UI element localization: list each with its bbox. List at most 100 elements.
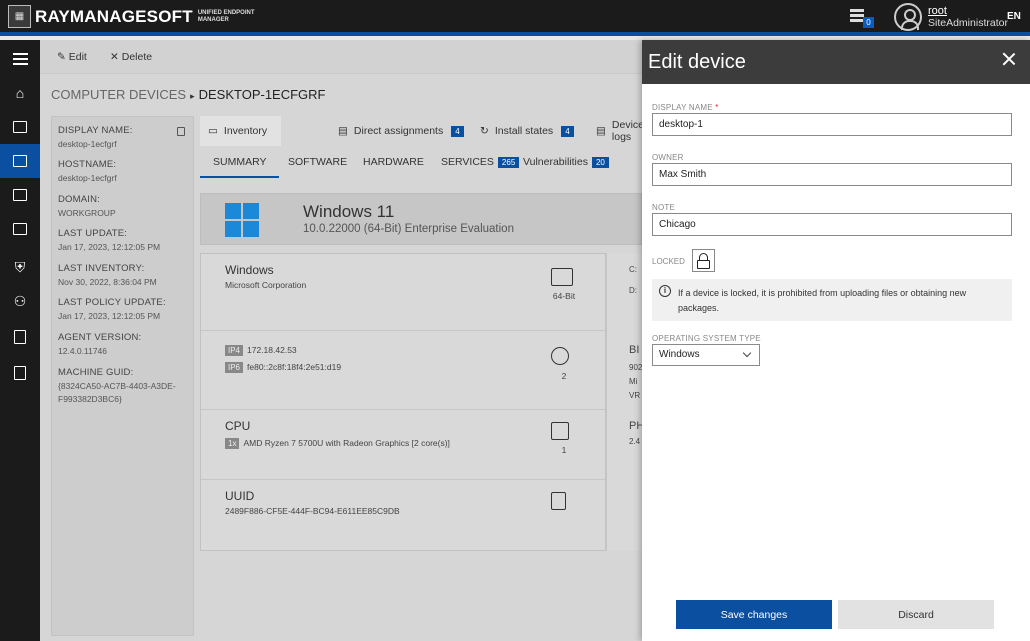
lock-info-text: If a device is locked, it is prohibited …: [678, 288, 967, 313]
tab-inventory[interactable]: ▭ Inventory: [200, 116, 282, 146]
os-name: Windows 11: [303, 202, 395, 221]
device-tabs: ▭ Inventory ▤ Direct assignments 4 ↻ Install…: [200, 116, 644, 146]
card-icon-label: 2: [561, 371, 567, 381]
logo-icon: ▦: [8, 5, 31, 28]
summary-right-column-clipped: C: D: BI 902 Mi VR PH 2.4: [606, 253, 644, 551]
locked-toggle[interactable]: [692, 249, 715, 272]
security-settings-icon[interactable]: ⛨: [0, 250, 40, 284]
os-type-select[interactable]: Windows: [652, 344, 760, 366]
tab-label: Direct assignments: [353, 125, 444, 137]
toolbar: ✎ Edit ✕ Delete: [40, 40, 642, 74]
ip4-address: IP4 172.18.42.53: [225, 345, 297, 356]
card-title: Windows: [225, 263, 274, 277]
cpu-info: 1x AMD Ryzen 7 5700U with Radeon Graphics…: [225, 438, 450, 449]
logo[interactable]: ▦ RAYMANAGESOFT UNIFIED ENDPOINT MANAGER: [8, 5, 258, 28]
required-mark: *: [715, 103, 719, 112]
notification-count-badge: 0: [863, 17, 874, 28]
tab-count-badge: 4: [561, 125, 574, 137]
info-label: LAST UPDATE:: [58, 228, 128, 239]
info-value: Nov 30, 2022, 8:36:04 PM: [58, 277, 157, 287]
info-value: WORKGROUP: [58, 208, 116, 218]
os-summary-bar: Windows 11 10.0.22000 (64-Bit) Enterpris…: [200, 193, 642, 245]
close-small-icon: ✕: [110, 51, 119, 63]
info-label: LAST POLICY UPDATE:: [58, 297, 166, 308]
home-icon[interactable]: ⌂: [0, 76, 40, 110]
delete-label: Delete: [121, 51, 153, 63]
display-name-input[interactable]: [652, 113, 1012, 136]
subtab-count-badge: 265: [497, 157, 520, 168]
tab-device-logs[interactable]: ▤ Device logs: [596, 116, 644, 146]
subtab-label: SOFTWARE: [288, 156, 348, 168]
chevron-down-icon: [742, 348, 752, 358]
subtab-summary[interactable]: SUMMARY: [200, 156, 280, 178]
user-name-link[interactable]: root: [928, 5, 947, 17]
physical-fragment: 2.4: [629, 437, 641, 446]
locked-label: LOCKED: [652, 257, 685, 266]
card-subtitle: Microsoft Corporation: [225, 280, 307, 290]
display-name-label-text: DISPLAY NAME: [652, 103, 713, 112]
cpu-chip-icon: [551, 422, 569, 440]
monitor-icon: [551, 268, 573, 286]
users-icon[interactable]: ⚇: [0, 284, 40, 318]
info-hostname: HOSTNAME: desktop-1ecfgrf: [58, 159, 188, 185]
subtab-vulnerabilities[interactable]: Vulnerabilities 20: [523, 156, 609, 176]
note-label: NOTE: [652, 203, 676, 212]
notifications-button[interactable]: 0: [850, 9, 874, 29]
documents-icon[interactable]: [0, 320, 40, 354]
bios-title-fragment: BI: [629, 344, 640, 356]
subtab-software[interactable]: SOFTWARE: [288, 156, 347, 176]
clipboard-icon: [551, 492, 566, 510]
ip6-address: IP6 fe80::2c8f:18f4:2e51:d19: [225, 362, 342, 373]
cpu-count-tag: 1x: [225, 438, 240, 449]
info-value: desktop-1ecfgrf: [58, 173, 117, 183]
note-input[interactable]: [652, 213, 1012, 236]
calendar-icon: ▤: [338, 125, 348, 137]
os-version: 10.0.22000 (64-Bit) Enterprise Evaluatio…: [303, 223, 514, 235]
info-machine-guid: MACHINE GUID: {8324CA50-AC7B-4403-A3DE-F9…: [58, 367, 188, 406]
edit-button[interactable]: ✎ Edit: [57, 51, 87, 63]
subtab-count-badge: 20: [591, 157, 609, 168]
tab-label: Device logs: [611, 119, 645, 143]
subtab-services[interactable]: SERVICES 265: [441, 156, 520, 176]
subtab-label: HARDWARE: [363, 156, 424, 168]
info-agent-version: AGENT VERSION: 12.4.0.11746: [58, 332, 188, 358]
owner-input[interactable]: [652, 163, 1012, 186]
user-avatar-icon[interactable]: [894, 3, 922, 31]
top-bar: ▦ RAYMANAGESOFT UNIFIED ENDPOINT MANAGER…: [0, 0, 1030, 36]
devices-icon[interactable]: [0, 144, 40, 178]
ip4-value: 172.18.42.53: [247, 345, 297, 355]
edit-label: Edit: [68, 51, 87, 63]
deployment-icon[interactable]: [0, 212, 40, 246]
server-queue-icon: [850, 9, 864, 24]
tab-direct-assignments[interactable]: ▤ Direct assignments 4: [338, 116, 464, 146]
delete-button[interactable]: ✕ Delete: [110, 51, 152, 63]
document-settings-icon[interactable]: [0, 356, 40, 390]
info-label: HOSTNAME:: [58, 159, 117, 170]
discard-button[interactable]: Discard: [838, 600, 994, 629]
save-changes-button[interactable]: Save changes: [676, 600, 832, 629]
close-icon[interactable]: [1002, 52, 1016, 66]
info-display-name: DISPLAY NAME: desktop-1ecfgrf: [58, 125, 188, 151]
cpu-name: AMD Ryzen 7 5700U with Radeon Graphics […: [243, 438, 450, 448]
packages-icon[interactable]: [0, 178, 40, 212]
card-windows: Windows Microsoft Corporation 64-Bit: [201, 254, 605, 331]
os-type-value: Windows: [659, 349, 700, 360]
card-icon-label: 1: [561, 445, 567, 455]
monitor-icon: ▭: [208, 125, 218, 137]
card-icon-label: 64-Bit: [552, 291, 576, 301]
info-last-policy-update: LAST POLICY UPDATE: Jan 17, 2023, 12:12:0…: [58, 297, 188, 323]
language-switch[interactable]: EN: [1007, 11, 1021, 22]
breadcrumb-parent[interactable]: COMPUTER DEVICES: [51, 87, 186, 102]
subtab-hardware[interactable]: HARDWARE: [363, 156, 424, 176]
os-type-label: OPERATING SYSTEM TYPE: [652, 334, 761, 343]
breadcrumb: COMPUTER DEVICES ▸ DESKTOP-1ECFGRF: [51, 87, 326, 102]
tab-install-states[interactable]: ↻ Install states 4: [480, 116, 574, 146]
device-info-panel: DISPLAY NAME: desktop-1ecfgrf HOSTNAME: de…: [51, 116, 194, 636]
hamburger-menu-icon[interactable]: [0, 42, 40, 76]
log-icon: ▤: [596, 125, 606, 137]
user-role: SiteAdministrator: [928, 17, 1008, 29]
panel-header: Edit device: [642, 40, 1030, 84]
reports-icon[interactable]: [0, 110, 40, 144]
owner-label: OWNER: [652, 153, 684, 162]
ip6-value: fe80::2c8f:18f4:2e51:d19: [247, 362, 342, 372]
